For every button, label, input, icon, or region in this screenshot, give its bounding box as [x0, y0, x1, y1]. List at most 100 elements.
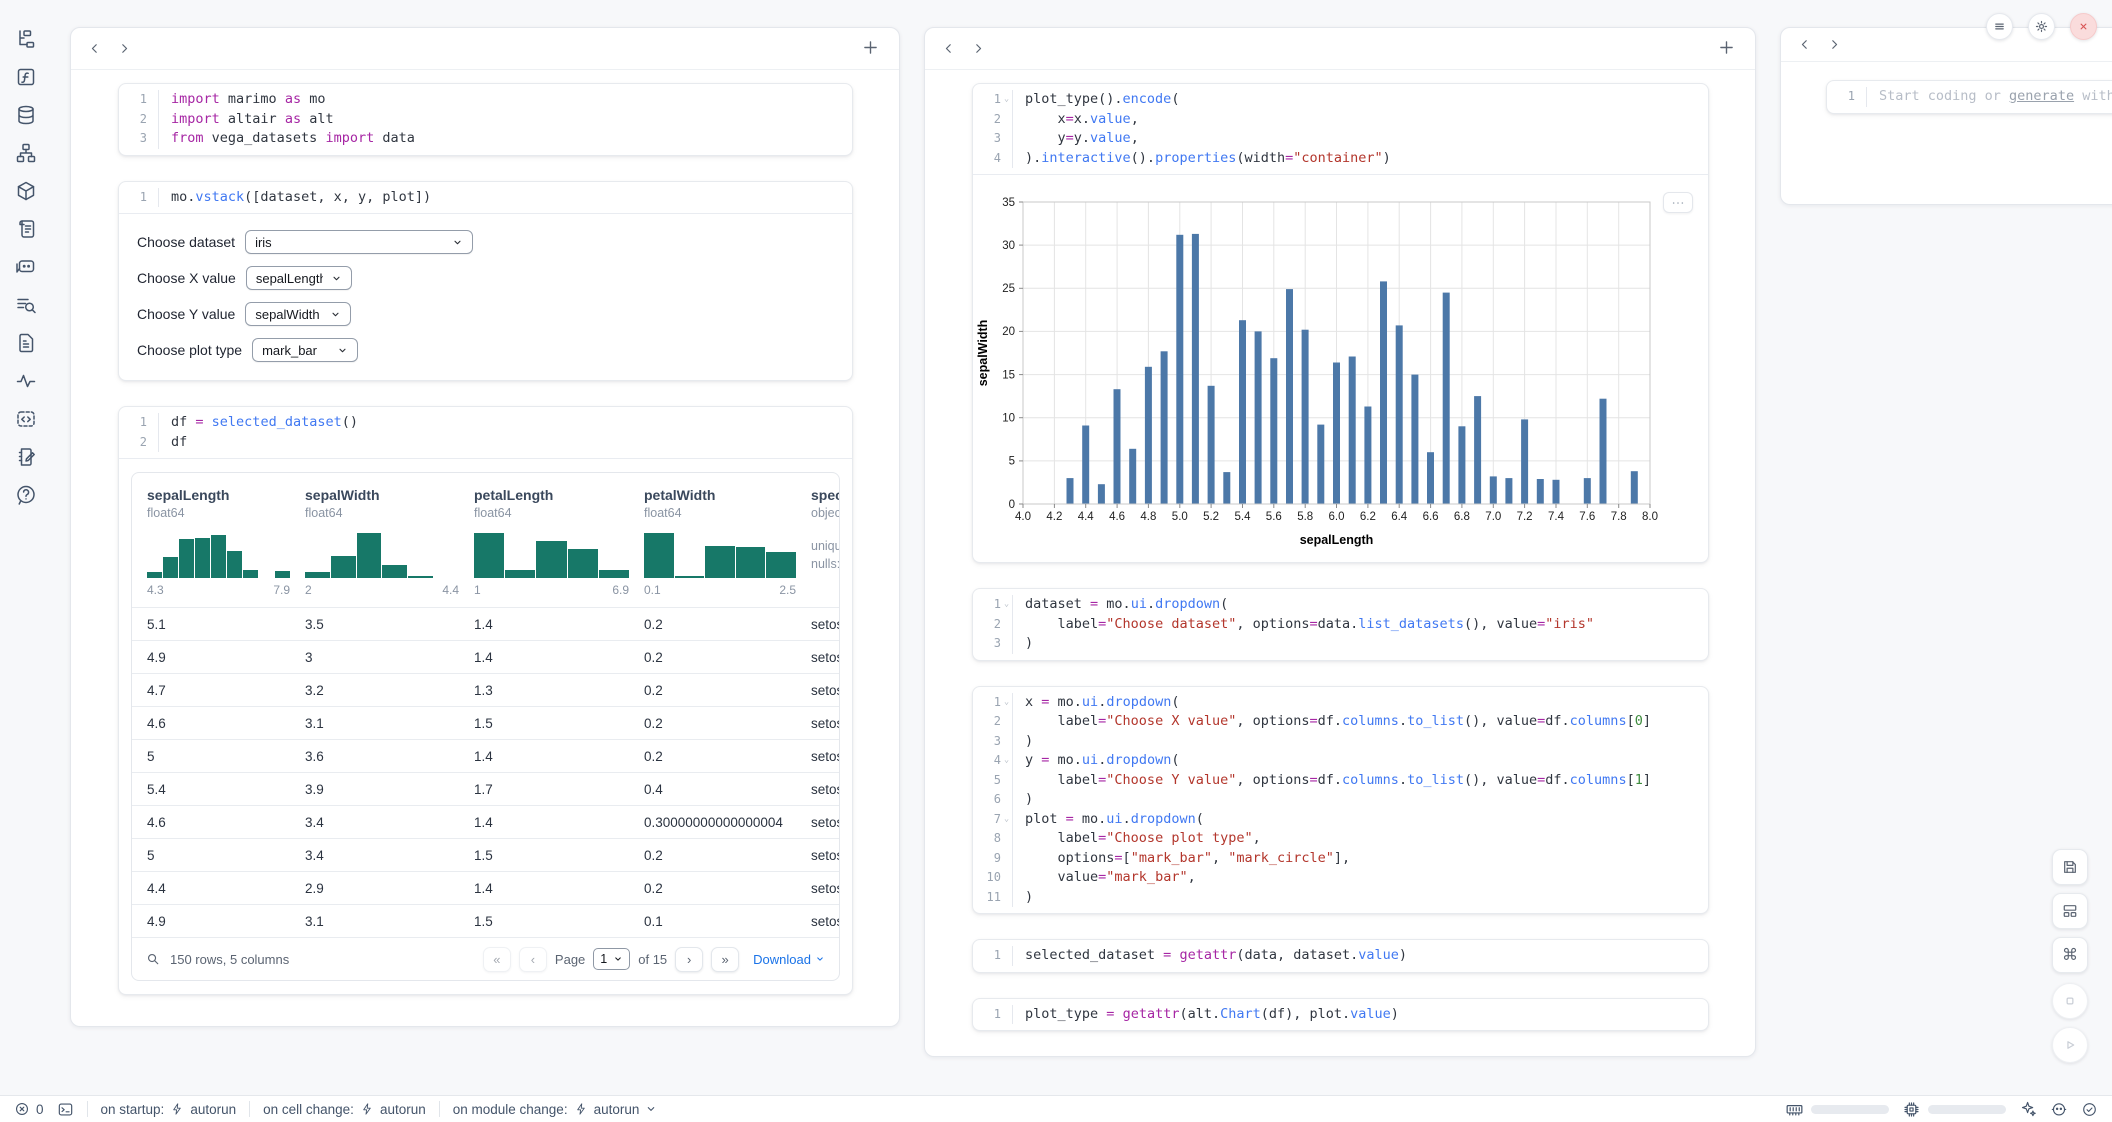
notebook-column-middle: 1⌄plot_type().encode(2 x=x.value,3 y=y.v…	[924, 27, 1756, 1057]
copilot-icon[interactable]	[2050, 1100, 2068, 1118]
last-page-button[interactable]: »	[711, 947, 739, 972]
page-select[interactable]: 1	[593, 948, 630, 970]
activity-icon[interactable]	[15, 370, 37, 392]
terminal-icon[interactable]	[57, 1101, 74, 1118]
connection-status-icon[interactable]	[2081, 1101, 2098, 1118]
notebook-pen-icon[interactable]	[15, 446, 37, 468]
save-button[interactable]	[2052, 849, 2088, 885]
dropdown-label: Choose plot type	[137, 342, 242, 358]
bar-chart[interactable]: 4.04.24.44.64.85.05.25.45.65.86.06.26.46…	[973, 178, 1706, 556]
svg-text:25: 25	[1002, 283, 1015, 295]
table-cell: 3.2	[290, 683, 459, 698]
autorun-segment-1[interactable]: on cell change:autorun	[263, 1102, 426, 1117]
line-number: 1	[140, 188, 147, 208]
document-icon[interactable]	[15, 332, 37, 354]
line-gutter: 1	[973, 946, 1013, 966]
line-number: 10	[987, 868, 1001, 888]
token: columns	[1570, 713, 1627, 729]
token: (data, dataset.	[1236, 947, 1358, 963]
svg-text:0: 0	[1009, 499, 1015, 511]
token: import	[171, 91, 220, 107]
keyboard-shortcuts-button[interactable]: ⌘	[2052, 937, 2088, 973]
fold-chevron-icon[interactable]: ⌄	[1001, 90, 1012, 110]
fold-chevron-icon[interactable]: ⌄	[1001, 595, 1012, 615]
file-tree-icon[interactable]	[15, 28, 37, 50]
min-value: 0.1	[644, 583, 661, 597]
chevron-left-icon[interactable]	[87, 38, 117, 60]
menu-button[interactable]	[1986, 13, 2013, 40]
select-choose-plot-type[interactable]: mark_bar	[252, 338, 358, 362]
close-button[interactable]	[2070, 13, 2097, 40]
previous-page-button[interactable]: ‹	[519, 947, 547, 972]
select-choose-dataset[interactable]: iris	[245, 230, 473, 254]
stop-button[interactable]	[2052, 983, 2088, 1019]
autorun-segment-2[interactable]: on module change:autorun	[453, 1102, 658, 1117]
code-editor[interactable]: 1mo.vstack([dataset, x, y, plot])	[119, 182, 852, 214]
max-value: 2.5	[779, 583, 796, 597]
generate-link[interactable]: generate	[2009, 88, 2074, 104]
table-cell: 1.7	[459, 782, 629, 797]
cpu-gauge	[1902, 1100, 2006, 1119]
svg-text:5.8: 5.8	[1297, 511, 1313, 523]
chevron-left-icon[interactable]	[1797, 34, 1827, 56]
token: "mark_bar"	[1131, 850, 1212, 866]
token: (	[1196, 811, 1204, 827]
code-editor[interactable]: 1plot_type = getattr(alt.Chart(df), plot…	[973, 999, 1708, 1031]
table-cell: 0.2	[629, 683, 796, 698]
dataframe-table: sepalLengthfloat644.37.9sepalWidthfloat6…	[131, 472, 840, 981]
help-circle-icon[interactable]	[15, 484, 37, 506]
package-cube-icon[interactable]	[15, 180, 37, 202]
ram-icon	[1785, 1100, 1804, 1119]
code-editor[interactable]: 1selected_dataset = getattr(data, datase…	[973, 940, 1708, 972]
empty-code-cell[interactable]: 1 Start coding or generate with AI	[1826, 80, 2112, 114]
error-indicator[interactable]: 0	[14, 1101, 44, 1117]
code-line: 2import altair as alt	[119, 110, 852, 130]
add-cell-button[interactable]	[861, 38, 883, 60]
ai-sparkles-icon[interactable]	[2019, 1100, 2037, 1118]
chevron-right-icon[interactable]	[1827, 34, 1857, 56]
chevron-right-icon[interactable]	[117, 38, 147, 60]
table-row: 53.61.40.2setosa	[132, 739, 839, 772]
settings-button[interactable]	[2028, 13, 2055, 40]
line-number: 2	[994, 615, 1001, 635]
pagination: «‹Page1of 15›»Download	[483, 947, 825, 972]
fold-chevron-icon[interactable]: ⌄	[1001, 751, 1012, 771]
run-button[interactable]	[2052, 1027, 2088, 1063]
line-gutter: 4⌄	[973, 751, 1013, 771]
first-page-button[interactable]: «	[483, 947, 511, 972]
add-cell-button[interactable]	[1717, 38, 1739, 60]
code-editor[interactable]: 1⌄plot_type().encode(2 x=x.value,3 y=y.v…	[973, 84, 1708, 174]
code-editor[interactable]: 1import marimo as mo2import altair as al…	[119, 84, 852, 155]
autorun-segment-0[interactable]: on startup:autorun	[101, 1102, 237, 1117]
column-dtype: float64	[644, 506, 796, 520]
code-editor[interactable]: 1⌄x = mo.ui.dropdown(2 label="Choose X v…	[973, 687, 1708, 914]
chat-bot-icon[interactable]	[15, 256, 37, 278]
select-choose-x-value[interactable]: sepalLength	[246, 266, 352, 290]
fold-chevron-icon[interactable]: ⌄	[1001, 810, 1012, 830]
code-editor[interactable]: 1⌄dataset = mo.ui.dropdown(2 label="Choo…	[973, 589, 1708, 660]
chevron-left-icon[interactable]	[941, 38, 971, 60]
select-choose-y-value[interactable]: sepalWidth	[245, 302, 351, 326]
chevron-right-icon[interactable]	[971, 38, 1001, 60]
chart-options-button[interactable]	[1663, 192, 1693, 213]
column-name: sepalLength	[147, 487, 290, 503]
table-cell: 5	[132, 848, 290, 863]
table-cell: 4.4	[132, 881, 290, 896]
next-page-button[interactable]: ›	[675, 947, 703, 972]
layout-button[interactable]	[2052, 893, 2088, 929]
code-snippet-icon[interactable]	[15, 408, 37, 430]
code-editor-placeholder[interactable]: Start coding or generate with AI	[1867, 87, 2112, 107]
list-search-icon[interactable]	[15, 294, 37, 316]
fold-chevron-icon[interactable]: ⌄	[1001, 693, 1012, 713]
search-icon[interactable]	[146, 952, 160, 966]
function-square-icon[interactable]	[15, 66, 37, 88]
code-editor[interactable]: 1df = selected_dataset()2df	[119, 407, 852, 458]
token: mo.	[171, 189, 195, 205]
dependency-graph-icon[interactable]	[15, 142, 37, 164]
download-button[interactable]: Download	[753, 952, 825, 967]
dropdown-form: Choose datasetirisChoose X valuesepalLen…	[119, 214, 852, 380]
line-number: 3	[994, 732, 1001, 752]
scroll-icon[interactable]	[15, 218, 37, 240]
database-icon[interactable]	[15, 104, 37, 126]
table-cell: 3.9	[290, 782, 459, 797]
